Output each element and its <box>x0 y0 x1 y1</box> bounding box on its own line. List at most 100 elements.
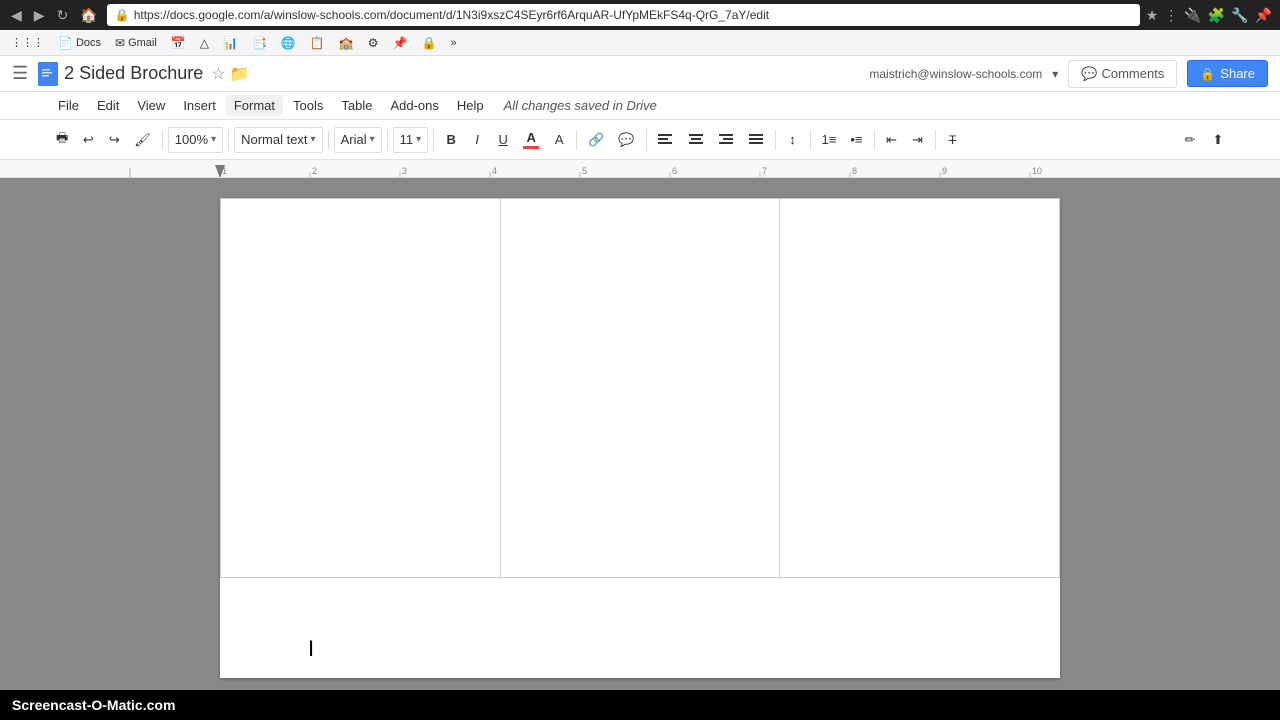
bold-icon: B <box>446 132 455 147</box>
document-area[interactable]: I <box>0 178 1280 698</box>
bookmark-more[interactable]: » <box>445 35 461 51</box>
divider-2 <box>228 130 229 150</box>
comments-icon: 💬 <box>1081 66 1097 82</box>
bookmark-sites[interactable]: 🌐 <box>276 34 301 52</box>
menu-addons[interactable]: Add-ons <box>382 95 446 116</box>
share-button[interactable]: 🔒 Share <box>1187 60 1268 87</box>
sheets-icon: 📊 <box>223 36 238 50</box>
folder-icon[interactable]: 📁 <box>230 64 250 84</box>
bookmark-star-icon[interactable]: ★ <box>1146 7 1159 24</box>
bookmark-gmail[interactable]: ✉ Gmail <box>110 34 162 52</box>
bookmark-keep[interactable]: 📌 <box>388 34 413 52</box>
extension-icon-2[interactable]: 🧩 <box>1208 7 1225 24</box>
bookmark-slides[interactable]: 📑 <box>247 34 272 52</box>
bookmark-apps[interactable]: ⋮⋮⋮ <box>6 34 49 51</box>
undo-button[interactable]: ↩ <box>76 127 100 153</box>
bookmark-docs[interactable]: 📄 Docs <box>53 34 106 52</box>
underline-button[interactable]: U <box>491 127 515 153</box>
admin-icon: ⚙ <box>368 36 379 50</box>
menu-edit[interactable]: Edit <box>89 95 127 116</box>
nav-home-btn[interactable]: 🏠 <box>77 5 100 26</box>
share-lock-icon: 🔒 <box>1200 67 1215 81</box>
menu-view[interactable]: View <box>129 95 173 116</box>
increase-indent-button[interactable]: ⇥ <box>906 127 930 153</box>
document-title[interactable]: 2 Sided Brochure <box>64 63 203 84</box>
comment-button[interactable]: 💬 <box>612 127 640 153</box>
address-bar[interactable]: 🔒 https://docs.google.com/a/winslow-scho… <box>107 4 1140 26</box>
table-cell-1[interactable] <box>221 199 501 578</box>
numbered-list-button[interactable]: 1≡ <box>816 127 843 153</box>
star-icon[interactable]: ☆ <box>211 64 225 84</box>
bold-button[interactable]: B <box>439 127 463 153</box>
style-dropdown-arrow: ▾ <box>311 134 316 145</box>
comments-button[interactable]: 💬 Comments <box>1068 60 1177 88</box>
table-cell-3[interactable] <box>780 199 1060 578</box>
align-right-button[interactable] <box>712 127 740 153</box>
extension-icon-3[interactable]: 🔧 <box>1231 7 1248 24</box>
ruler: 1 2 3 4 5 6 7 8 9 10 <box>0 160 1280 178</box>
size-value: 11 <box>400 132 414 147</box>
bookmark-sheets[interactable]: 📊 <box>218 34 243 52</box>
toolbar-right: ✏ ⬆ <box>1178 127 1230 153</box>
decrease-indent-icon: ⇤ <box>886 132 897 148</box>
bookmark-vault[interactable]: 🔒 <box>416 34 441 52</box>
clear-formatting-button[interactable]: T <box>941 127 965 153</box>
account-dropdown-icon[interactable]: ▾ <box>1052 67 1058 81</box>
style-selector[interactable]: Normal text ▾ <box>234 127 323 153</box>
divider-10 <box>874 130 875 150</box>
menu-file[interactable]: File <box>50 95 87 116</box>
bookmark-drive[interactable]: △ <box>195 34 214 52</box>
link-icon: 🔗 <box>588 132 604 148</box>
font-dropdown-arrow: ▾ <box>370 134 375 145</box>
zoom-value: 100% <box>175 132 208 147</box>
document-table[interactable] <box>220 198 1060 578</box>
align-left-button[interactable] <box>652 127 680 153</box>
decrease-indent-button[interactable]: ⇤ <box>880 127 904 153</box>
text-color-button[interactable]: A <box>517 127 545 153</box>
bookmark-forms[interactable]: 📋 <box>305 34 330 52</box>
menu-table[interactable]: Table <box>333 95 380 116</box>
link-button[interactable]: 🔗 <box>582 127 610 153</box>
font-selector[interactable]: Arial ▾ <box>334 127 382 153</box>
align-center-button[interactable] <box>682 127 710 153</box>
print-icon: 🖶 <box>56 129 68 151</box>
underline-icon: U <box>498 132 507 147</box>
nav-forward-btn[interactable]: ▶ <box>31 5 48 26</box>
svg-text:3: 3 <box>402 166 407 176</box>
menu-help[interactable]: Help <box>449 95 492 116</box>
docs-icon: 📄 <box>58 36 73 50</box>
print-button[interactable]: 🖶 <box>50 127 74 153</box>
text-color-icon: A <box>526 130 535 145</box>
paint-format-button[interactable]: 🖌 <box>128 127 157 153</box>
bulleted-list-button[interactable]: •≡ <box>844 127 868 153</box>
size-selector[interactable]: 11 ▾ <box>393 127 429 153</box>
browser-menu-icon[interactable]: ⋮ <box>1164 7 1178 24</box>
more-bookmarks-icon: » <box>450 37 456 49</box>
sidebar-toggle-btn[interactable]: ☰ <box>12 63 28 84</box>
extension-icon-4[interactable]: 📌 <box>1255 7 1272 24</box>
expand-icon: ⬆ <box>1213 132 1224 148</box>
bookmark-classroom[interactable]: 🏫 <box>334 34 359 52</box>
line-spacing-button[interactable]: ↕ <box>781 127 805 153</box>
italic-button[interactable]: I <box>465 127 489 153</box>
toolbar-expand-button[interactable]: ⬆ <box>1206 127 1230 153</box>
menu-format[interactable]: Format <box>226 95 283 116</box>
nav-refresh-btn[interactable]: ↻ <box>54 5 72 26</box>
zoom-selector[interactable]: 100% ▾ <box>168 127 223 153</box>
calendar-icon: 📅 <box>171 36 186 50</box>
nav-back-btn[interactable]: ◀ <box>8 5 25 26</box>
pencil-button[interactable]: ✏ <box>1178 127 1202 153</box>
align-justify-button[interactable] <box>742 127 770 153</box>
extension-icon-1[interactable]: 🔌 <box>1184 7 1201 24</box>
redo-button[interactable]: ↪ <box>102 127 126 153</box>
bookmark-admin[interactable]: ⚙ <box>363 34 384 52</box>
divider-6 <box>576 130 577 150</box>
menu-insert[interactable]: Insert <box>175 95 224 116</box>
table-cell-2[interactable] <box>500 199 780 578</box>
menu-tools[interactable]: Tools <box>285 95 331 116</box>
redo-icon: ↪ <box>109 132 120 148</box>
divider-9 <box>810 130 811 150</box>
highlight-color-button[interactable]: A <box>547 127 571 153</box>
bookmark-calendar[interactable]: 📅 <box>166 34 191 52</box>
divider-3 <box>328 130 329 150</box>
